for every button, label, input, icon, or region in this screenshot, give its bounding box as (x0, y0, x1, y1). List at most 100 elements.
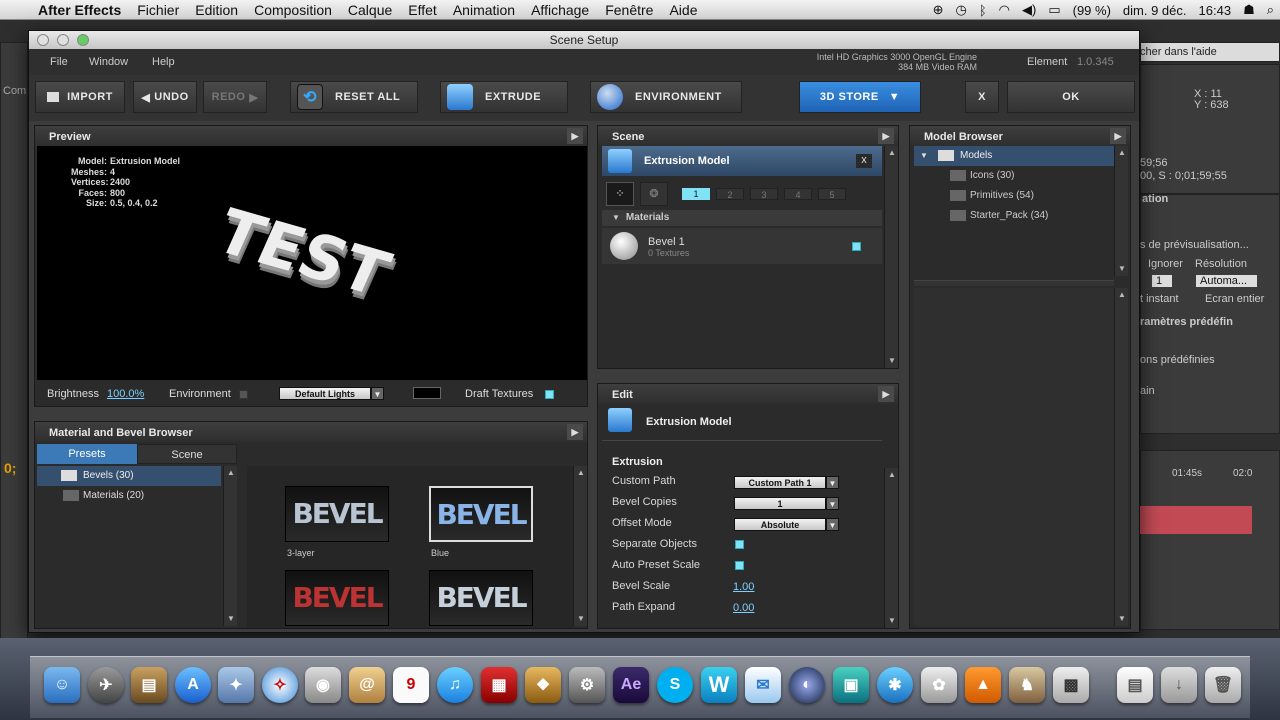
downloads-stack-icon[interactable]: ↓ (1161, 667, 1197, 703)
model-browser-menu-arrow-icon[interactable]: ▶ (1110, 128, 1126, 144)
menu-help[interactable]: Help (152, 56, 175, 68)
iphoto-icon[interactable]: ❖ (525, 667, 561, 703)
edit-scrollbar[interactable]: ▲ ▼ (884, 468, 898, 628)
environment-checkbox[interactable] (239, 390, 248, 399)
draft-textures-checkbox[interactable] (545, 390, 554, 399)
preset-thumb-3layer[interactable]: BEVEL (285, 486, 389, 542)
redo-button[interactable]: REDO ▶ (203, 81, 267, 113)
cancel-button[interactable]: X (965, 81, 999, 113)
skype-icon[interactable]: S (657, 667, 693, 703)
itunes-icon[interactable]: ♫ (437, 667, 473, 703)
photo-booth-icon[interactable]: ▤ (131, 667, 167, 703)
tree-item-models[interactable]: ▼ Models (914, 146, 1114, 166)
menu-effet[interactable]: Effet (400, 2, 445, 18)
menu-fichier[interactable]: Fichier (129, 2, 187, 18)
bevel-copies-select[interactable]: 1 (734, 497, 826, 510)
game-center-icon[interactable]: ✿ (921, 667, 957, 703)
ae-comp-tab[interactable]: Com (3, 85, 26, 97)
mail-icon[interactable]: ✉ (745, 667, 781, 703)
safari-icon[interactable]: ✧ (262, 667, 298, 703)
network-icon[interactable]: ✱ (877, 667, 913, 703)
environment-button[interactable]: ENVIRONMENT (590, 81, 742, 113)
scene-model-close[interactable]: x (856, 154, 872, 168)
offset-mode-dropdown-icon[interactable]: ▼ (826, 518, 839, 531)
status-icon[interactable]: ⊕ (927, 2, 950, 18)
tree-item-materials[interactable]: Materials (20) (37, 486, 221, 506)
finder-icon[interactable]: ☺ (44, 667, 80, 703)
menu-composition[interactable]: Composition (246, 2, 340, 18)
tab-scene[interactable]: Scene (137, 444, 237, 464)
ae-ignorer-select[interactable]: 1 (1152, 275, 1173, 287)
menu-fenetre[interactable]: Fenêtre (597, 2, 661, 18)
scene-model-header[interactable]: Extrusion Model x (602, 146, 882, 176)
extrude-button[interactable]: EXTRUDE (440, 81, 568, 113)
ae-resolution-select[interactable]: Automa... (1196, 275, 1258, 287)
app-store-icon[interactable]: A (175, 667, 211, 703)
vlc-icon[interactable]: ▲ (965, 667, 1001, 703)
tree-item-bevels[interactable]: Bevels (30) (37, 466, 221, 486)
volume-icon[interactable]: ◀) (1016, 2, 1042, 18)
calendar-icon[interactable]: 9 (393, 667, 429, 703)
ae-params-title[interactable]: ramètres prédéfin (1140, 316, 1233, 328)
facetime-icon[interactable]: ◉ (305, 667, 341, 703)
launchpad-icon[interactable]: ✈ (88, 667, 124, 703)
material-browser-menu-arrow-icon[interactable]: ▶ (567, 424, 583, 440)
tree-scrollbar[interactable]: ▲ ▼ (223, 466, 237, 626)
lights-select[interactable]: Default Lights (279, 387, 371, 400)
path-expand-value[interactable]: 0.00 (733, 602, 754, 614)
ae-preview-menu[interactable]: s de prévisualisation... (1140, 239, 1249, 251)
photo-app-icon[interactable]: ▦ (481, 667, 517, 703)
wifi-icon[interactable]: ◠ (993, 2, 1016, 18)
tree-item-starter-pack[interactable]: Starter_Pack (34) (914, 206, 1114, 226)
group-tab-5[interactable]: 5 (818, 188, 846, 200)
import-button[interactable]: IMPORT (35, 81, 125, 113)
archive-utility-icon[interactable]: ♞ (1009, 667, 1045, 703)
preview-viewport[interactable]: Model: Meshes: Vertices: Faces: Size: Extrus… (37, 146, 587, 380)
battery-percent[interactable]: (99 %) (1067, 3, 1117, 18)
ae-panel-title[interactable]: ation (1142, 193, 1168, 205)
battery-icon[interactable]: ▭ (1042, 2, 1066, 18)
menu-aide[interactable]: Aide (661, 2, 705, 18)
auto-preset-scale-checkbox[interactable] (735, 561, 744, 570)
tree-item-primitives[interactable]: Primitives (54) (914, 186, 1114, 206)
extrusion-section[interactable]: Extrusion (612, 456, 663, 468)
material-row[interactable]: Bevel 1 0 Textures (602, 228, 882, 264)
group-tab-2[interactable]: 2 (716, 188, 744, 200)
tree-item-icons[interactable]: Icons (30) (914, 166, 1114, 186)
menu-file[interactable]: File (50, 56, 68, 68)
minimize-window-icon[interactable] (57, 34, 69, 46)
preset-thumb-blue[interactable]: BEVEL (429, 486, 533, 542)
thumbnail-scrollbar[interactable]: ▲ ▼ (573, 466, 587, 626)
lights-dropdown-icon[interactable]: ▼ (371, 387, 384, 400)
clock-time[interactable]: 16:43 (1193, 3, 1238, 18)
edit-menu-arrow-icon[interactable]: ▶ (878, 386, 894, 402)
menu-affichage[interactable]: Affichage (523, 2, 597, 18)
reset-all-button[interactable]: ⟲ RESET ALL (290, 81, 418, 113)
cinema4d-icon[interactable]: ◐ (789, 667, 825, 703)
after-effects-icon[interactable]: Ae (613, 667, 649, 703)
menu-edition[interactable]: Edition (187, 2, 246, 18)
material-visible-checkbox[interactable] (852, 242, 861, 251)
group-tab-1[interactable]: 1 (682, 188, 710, 200)
group-tab-4[interactable]: 4 (784, 188, 812, 200)
ae-instant[interactable]: t instant (1140, 293, 1179, 305)
scene-particles-icon[interactable]: ❂ (640, 182, 668, 206)
model-browser-splitter[interactable] (914, 280, 1114, 286)
scene-graph-icon[interactable]: ⁘ (606, 182, 634, 206)
scene-scrollbar[interactable]: ▲ ▼ (884, 146, 898, 368)
materials-header[interactable]: ▼ Materials (602, 210, 882, 226)
3d-store-button[interactable]: 3D STORE ▼ (799, 81, 921, 113)
preset-thumb-red[interactable]: BEVEL (285, 570, 389, 626)
separate-objects-checkbox[interactable] (735, 540, 744, 549)
system-preferences-icon[interactable]: ⚙ (569, 667, 605, 703)
menu-window[interactable]: Window (89, 56, 128, 68)
ok-button[interactable]: OK (1007, 81, 1135, 113)
custom-path-select[interactable]: Custom Path 1 (734, 476, 826, 489)
preview-app-icon[interactable]: ✦ (218, 667, 254, 703)
ae-layer-bar[interactable] (1140, 506, 1252, 534)
time-machine-icon[interactable]: ◷ (950, 2, 973, 18)
preview-menu-arrow-icon[interactable]: ▶ (567, 128, 583, 144)
close-window-icon[interactable] (37, 34, 49, 46)
zoom-window-icon[interactable] (77, 34, 89, 46)
contacts-icon[interactable]: @ (349, 667, 385, 703)
